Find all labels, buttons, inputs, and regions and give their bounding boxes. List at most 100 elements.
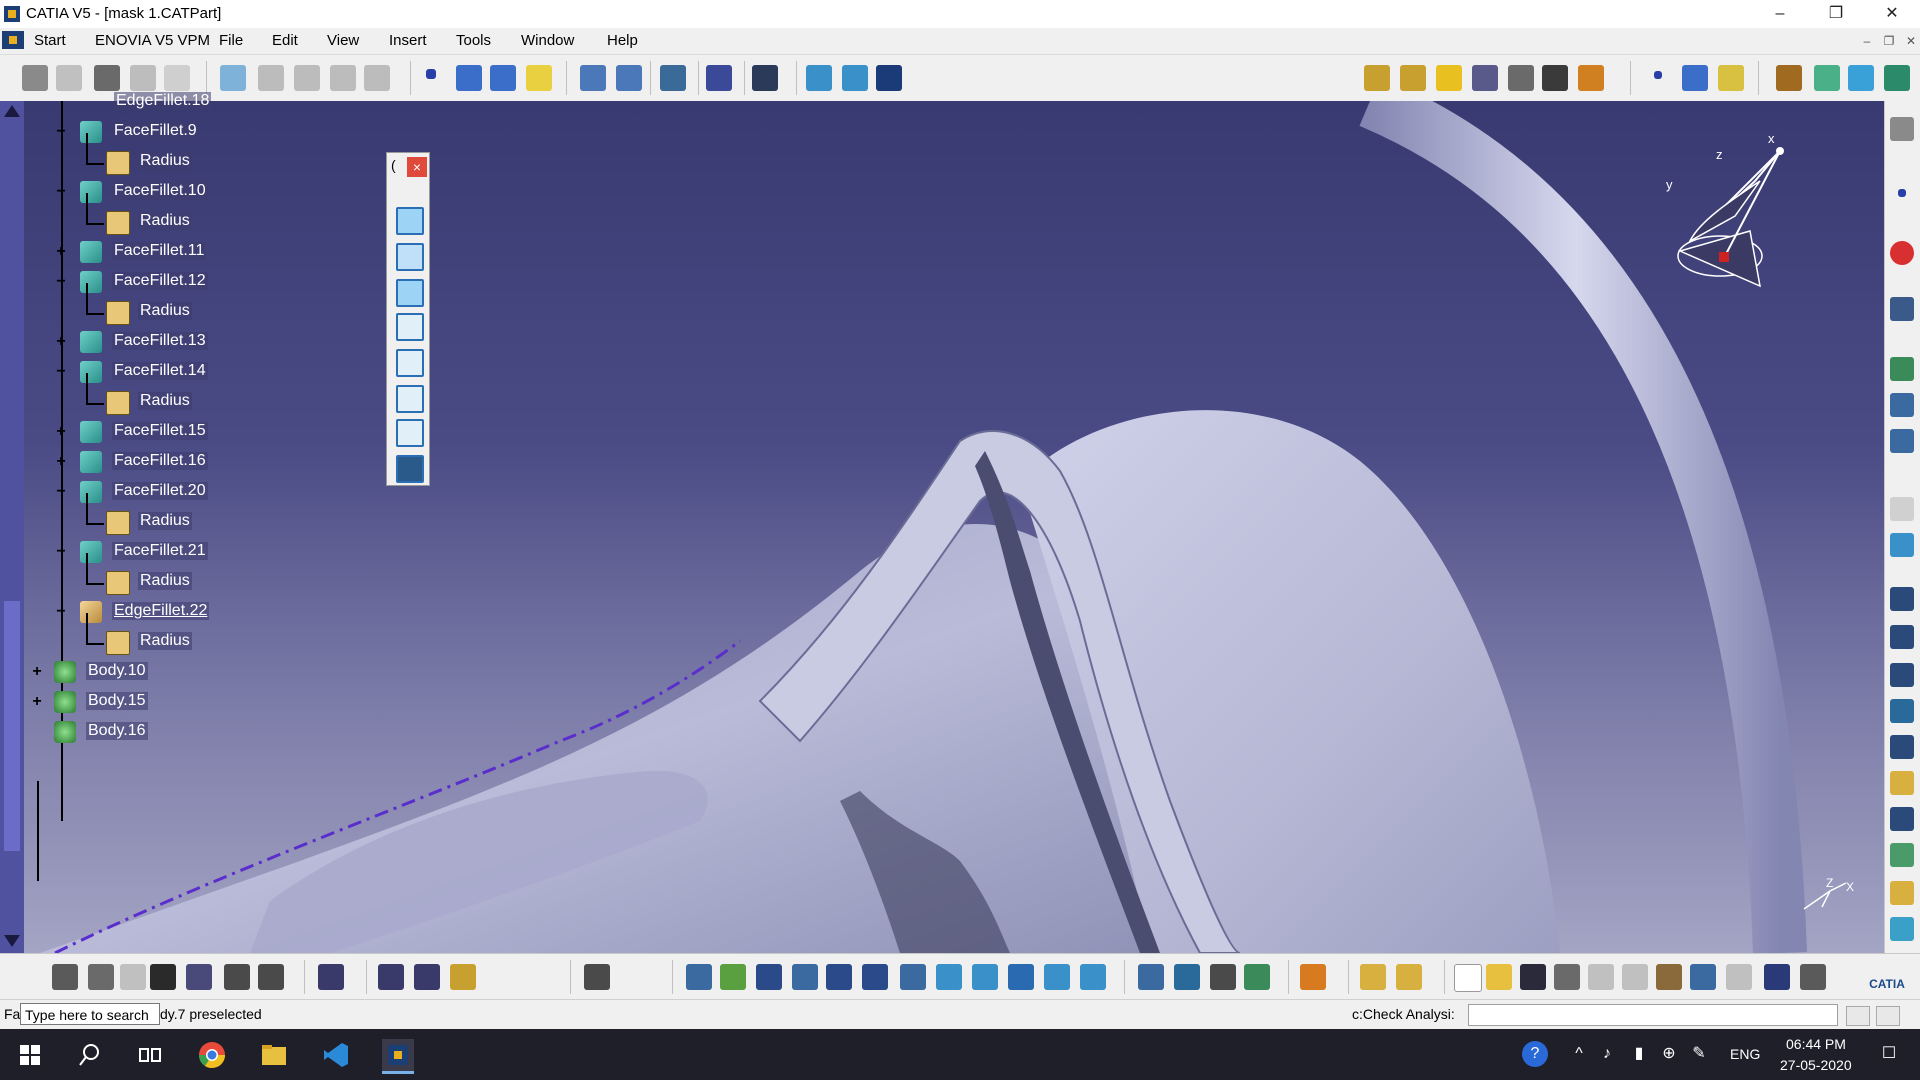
menu-enovia[interactable]: ENOVIA V5 VPM — [95, 32, 210, 49]
join-icon[interactable] — [580, 65, 606, 91]
search-icon[interactable] — [74, 1039, 106, 1071]
expand-icon[interactable]: + — [30, 694, 44, 710]
tree-node-body-10[interactable]: + Body.10 — [24, 659, 324, 689]
collapse-icon[interactable]: − — [54, 484, 68, 500]
scroll-thumb[interactable] — [4, 601, 20, 851]
menu-file[interactable]: File — [219, 32, 243, 49]
cylinder-icon[interactable] — [1890, 699, 1914, 723]
fillet-tool-icon[interactable] — [1890, 881, 1914, 905]
shell-icon[interactable] — [1890, 625, 1914, 649]
draft-analysis-icon[interactable] — [1300, 964, 1326, 990]
expand-icon[interactable]: + — [54, 424, 68, 440]
tools-palette-icon[interactable] — [806, 65, 832, 91]
tree-node-radius[interactable]: Radius — [24, 373, 324, 419]
collapse-icon[interactable]: − — [54, 184, 68, 200]
rib-icon[interactable] — [1472, 65, 1498, 91]
capture-icon[interactable] — [584, 964, 610, 990]
cut-icon[interactable] — [1588, 964, 1614, 990]
draft-icon[interactable] — [1890, 587, 1914, 611]
tree-node-radius[interactable]: Radius — [24, 133, 324, 179]
named-views-icon[interactable] — [396, 455, 424, 483]
tree-icon[interactable] — [186, 964, 212, 990]
pad-icon[interactable] — [1364, 65, 1390, 91]
expand-icon[interactable]: + — [30, 664, 44, 680]
palette-close-icon[interactable]: × — [407, 157, 427, 177]
revolve-icon[interactable] — [294, 65, 320, 91]
mirror-icon[interactable] — [1890, 663, 1914, 687]
collapse-icon[interactable]: − — [54, 274, 68, 290]
tree-node-radius[interactable]: Radius — [24, 553, 324, 599]
thickness-icon[interactable] — [1776, 65, 1802, 91]
snap-icon[interactable] — [842, 65, 868, 91]
expand-icon[interactable]: + — [54, 454, 68, 470]
collapse-icon[interactable]: − — [54, 604, 68, 620]
restore-icon[interactable]: ❐ — [1808, 0, 1864, 28]
hide-show-icon[interactable] — [1044, 964, 1070, 990]
menu-tools[interactable]: Tools — [456, 32, 491, 49]
tree-node-facefillet-11[interactable]: + FaceFillet.11 — [24, 239, 324, 269]
tree-node-edgefillet-22[interactable]: − EdgeFillet.22 — [24, 599, 324, 629]
menu-window[interactable]: Window — [521, 32, 574, 49]
tree-node-facefillet-15[interactable]: + FaceFillet.15 — [24, 419, 324, 449]
table-icon[interactable] — [150, 964, 176, 990]
hole-icon[interactable] — [1890, 735, 1914, 759]
tree-node-radius[interactable]: Radius — [24, 493, 324, 539]
print-icon[interactable] — [1554, 964, 1580, 990]
tree-node-body-16[interactable]: Body.16 — [24, 719, 324, 749]
scroll-down-icon[interactable] — [4, 935, 20, 947]
fit-all-icon[interactable] — [720, 964, 746, 990]
volume-icon[interactable]: ♪ — [1598, 1045, 1616, 1063]
front-view-icon[interactable] — [396, 243, 424, 271]
back-view-icon[interactable] — [396, 279, 424, 307]
swap-space-icon[interactable] — [1080, 964, 1106, 990]
point-icon[interactable] — [426, 69, 436, 79]
tree-node-facefillet-16[interactable]: + FaceFillet.16 — [24, 449, 324, 479]
help-pointer-icon[interactable] — [1764, 964, 1790, 990]
edit-icon[interactable] — [1890, 771, 1914, 795]
spline-icon[interactable] — [456, 65, 482, 91]
palette-titlebar[interactable]: ( × — [387, 153, 429, 181]
apply-material-icon[interactable] — [1210, 964, 1236, 990]
tool-icon[interactable] — [120, 964, 146, 990]
file-explorer-icon[interactable] — [258, 1039, 290, 1071]
update-icon[interactable] — [318, 964, 344, 990]
knowledge-icon[interactable] — [224, 964, 250, 990]
doc-minimize-icon[interactable]: – — [1858, 32, 1876, 50]
redo-icon[interactable] — [1726, 964, 1752, 990]
tree-node-radius[interactable]: Radius — [24, 283, 324, 329]
bottom-view-icon[interactable] — [396, 419, 424, 447]
network-icon[interactable]: ⊕ — [1660, 1045, 1678, 1063]
fly-mode-icon[interactable] — [686, 964, 712, 990]
tree-node-radius[interactable]: Radius — [24, 193, 324, 239]
pan-icon[interactable] — [756, 964, 782, 990]
language-indicator[interactable]: ENG — [1730, 1046, 1760, 1062]
solid-combine-icon[interactable] — [1578, 65, 1604, 91]
material-icon[interactable] — [1138, 964, 1164, 990]
tree-node-facefillet-21[interactable]: − FaceFillet.21 — [24, 539, 324, 569]
right-view-icon[interactable] — [396, 349, 424, 377]
tree-node-radius[interactable]: Radius — [24, 613, 324, 659]
tree-scrollbar[interactable] — [0, 101, 24, 953]
scaling-icon[interactable] — [1890, 843, 1914, 867]
doc-restore-icon[interactable]: ❐ — [1880, 32, 1898, 50]
collapse-icon[interactable]: − — [54, 124, 68, 140]
notifications-icon[interactable]: ☐ — [1880, 1045, 1898, 1063]
extract-icon[interactable] — [1890, 393, 1914, 417]
windows-start-icon[interactable] — [14, 1039, 46, 1071]
plane-icon[interactable] — [1718, 65, 1744, 91]
command-ok-icon[interactable] — [1846, 1006, 1870, 1026]
stop-icon[interactable] — [1890, 241, 1914, 265]
zoom-out-icon[interactable] — [862, 964, 888, 990]
battery-icon[interactable]: ▮ — [1630, 1045, 1648, 1063]
disabled-tool-icon[interactable] — [1890, 497, 1914, 521]
layer-icon[interactable] — [1244, 964, 1270, 990]
hybrid-body-icon[interactable] — [22, 65, 48, 91]
measure-icon[interactable] — [752, 65, 778, 91]
expand-icon[interactable]: + — [54, 244, 68, 260]
pocket-icon[interactable] — [1400, 65, 1426, 91]
tree-node-facefillet-12[interactable]: − FaceFillet.12 — [24, 269, 324, 299]
tree-node-facefillet-13[interactable]: + FaceFillet.13 — [24, 329, 324, 359]
point-tool-icon[interactable] — [1898, 189, 1906, 197]
collapse-icon[interactable]: − — [54, 544, 68, 560]
tree-node-facefillet-9[interactable]: − FaceFillet.9 — [24, 119, 324, 149]
